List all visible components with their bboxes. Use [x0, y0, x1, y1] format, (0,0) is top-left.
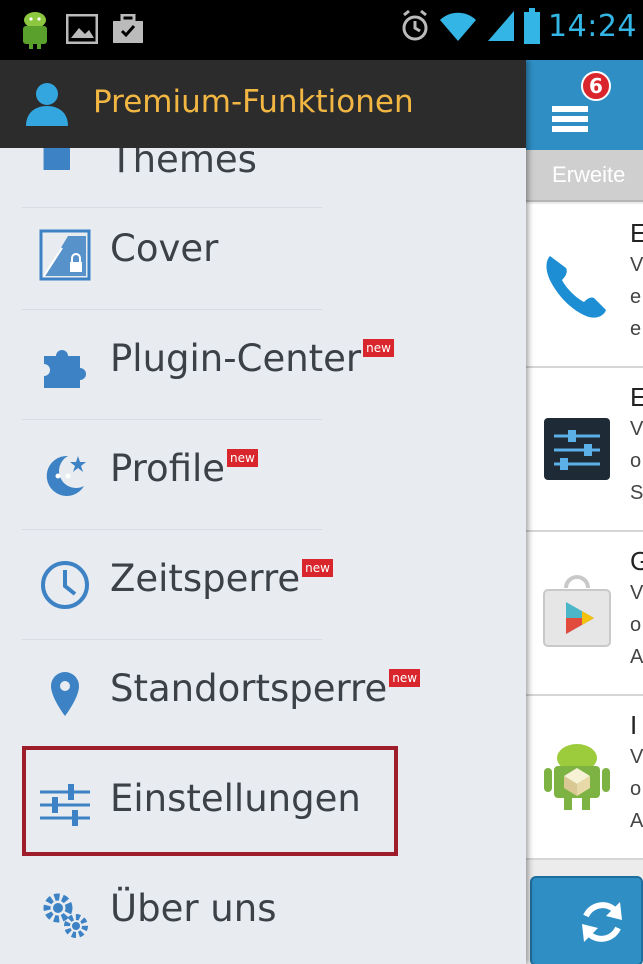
list-item[interactable]: E V e e	[520, 204, 643, 368]
person-icon	[26, 83, 68, 126]
list-item-line: V	[630, 582, 643, 604]
list-item[interactable]: G V o A	[520, 532, 643, 696]
list-item-line: o	[630, 450, 642, 472]
drawer-item-label: Profile new	[110, 447, 258, 490]
list-item-line: e	[630, 318, 642, 340]
list-item-line: V	[630, 418, 643, 440]
play-store-icon	[543, 575, 611, 647]
drawer-toggle-icon[interactable]: 6	[544, 66, 624, 146]
drawer-header[interactable]: Premium-Funktionen	[0, 60, 526, 148]
list-item-title: E	[630, 218, 643, 248]
navigation-drawer: Themes Cover Plugin-Center new Profile n…	[0, 60, 526, 964]
drawer-item-text: Über uns	[110, 887, 277, 930]
main-toolbar: 6	[520, 60, 643, 150]
refresh-button[interactable]	[530, 876, 643, 964]
drawer-item-label: Cover	[110, 227, 218, 270]
image-icon	[66, 14, 98, 44]
list-item-line: o	[630, 614, 642, 636]
list-item-line: S	[630, 482, 643, 504]
list-item-line: o	[630, 778, 642, 800]
drawer-menu-list: Themes Cover Plugin-Center new Profile n…	[0, 60, 526, 964]
notification-count: 6	[589, 74, 603, 98]
drawer-item-cover[interactable]: Cover	[0, 200, 526, 310]
phone-icon	[546, 256, 606, 318]
clock-icon	[41, 561, 89, 609]
highlight-box	[22, 746, 398, 856]
new-badge: new	[389, 669, 421, 687]
drawer-item-label: Standortsperre new	[110, 667, 421, 710]
list-item-title: E	[630, 382, 643, 412]
drawer-item-label: Über uns	[110, 887, 276, 930]
drawer-item-text: Plugin-Center	[110, 337, 362, 380]
list-item-line: V	[630, 746, 643, 768]
refresh-icon	[582, 902, 622, 942]
signal-icon	[488, 11, 515, 41]
status-bar-left	[18, 8, 144, 50]
status-bar-right: 14:24	[400, 8, 637, 44]
drawer-item-text: Zeitsperre	[110, 557, 301, 600]
list-item-title: I	[630, 710, 638, 740]
list-item-line: A	[630, 810, 643, 832]
drawer-item-ueber-uns[interactable]: Über uns	[0, 860, 526, 964]
status-bar-time: 14:24	[548, 8, 637, 44]
battery-icon	[524, 8, 541, 44]
list-item-line: A	[630, 646, 643, 668]
new-badge: new	[302, 559, 333, 577]
moon-icon	[46, 455, 86, 496]
android-icon	[23, 12, 47, 49]
alarm-icon	[402, 9, 428, 41]
new-badge: new	[227, 449, 258, 467]
gears-icon	[43, 893, 88, 938]
drawer-item-label: Zeitsperre new	[110, 557, 333, 600]
list-item-line: e	[630, 286, 642, 308]
new-badge: new	[363, 339, 394, 357]
drawer-item-text: Cover	[110, 227, 219, 270]
list-item[interactable]: E V o S	[520, 368, 643, 532]
status-bar: 14:24	[0, 0, 643, 60]
android-box-icon	[544, 744, 610, 810]
puzzle-icon	[44, 350, 86, 388]
drawer-item-profile[interactable]: Profile new	[0, 420, 526, 530]
drawer-item-zeitsperre[interactable]: Zeitsperre new	[0, 530, 526, 640]
section-header: Erweite	[520, 150, 643, 202]
settings-sliders-icon	[544, 418, 610, 480]
drawer-item-standortsperre[interactable]: Standortsperre new	[0, 640, 526, 750]
cover-icon	[39, 229, 91, 281]
drawer-item-plugin-center[interactable]: Plugin-Center new	[0, 310, 526, 420]
briefcase-icon	[113, 14, 143, 43]
list-item-title: G	[630, 546, 643, 576]
list-item-line: V	[630, 254, 643, 276]
location-pin-icon	[51, 672, 79, 716]
drawer-header-title: Premium-Funktionen	[93, 84, 414, 120]
section-header-label: Erweite	[552, 162, 626, 187]
themes-icon	[43, 143, 70, 170]
wifi-icon	[440, 12, 477, 42]
main-content-panel: 6 Erweite E V e e E V o S G V o A I V o …	[520, 60, 643, 964]
list-item[interactable]: I V o A	[520, 696, 643, 860]
drawer-item-label: Plugin-Center new	[110, 337, 394, 380]
drawer-item-text: Profile	[110, 447, 226, 490]
drawer-item-text: Standortsperre	[110, 667, 388, 710]
